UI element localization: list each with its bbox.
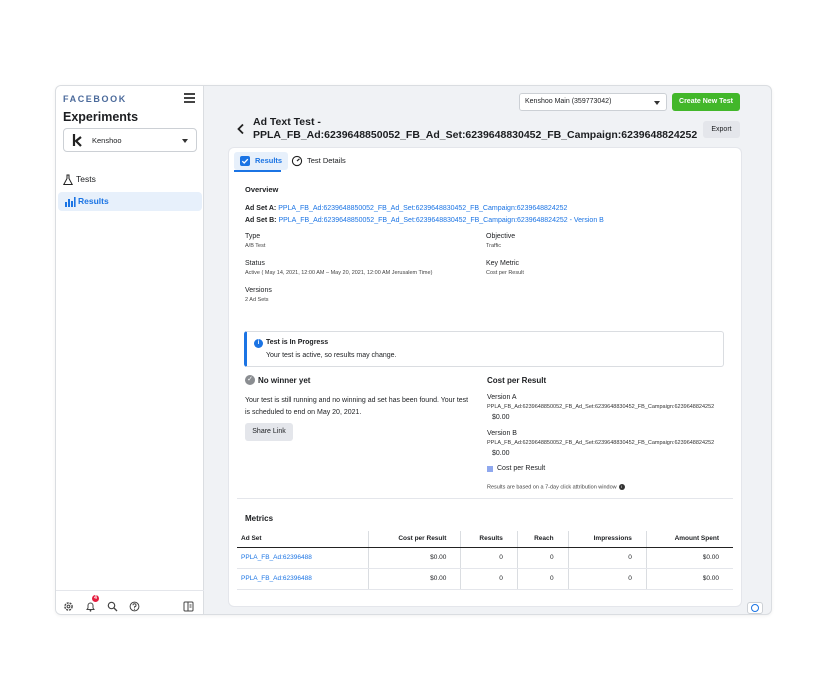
table-cell: $0.00 <box>367 547 461 569</box>
sidebar-footer: 4 <box>56 590 204 614</box>
share-link-button[interactable]: Share Link <box>245 423 293 441</box>
table-cell: 0 <box>567 547 647 569</box>
menu-icon[interactable] <box>184 93 195 103</box>
notification-badge: 4 <box>92 595 99 602</box>
test-in-progress-notice: i Test is In Progress Your test is activ… <box>244 331 724 367</box>
create-new-test-button[interactable]: Create New Test <box>672 93 740 111</box>
bar-chart-icon <box>64 196 76 208</box>
table-cell: 0 <box>516 547 569 569</box>
legend-label: Cost per Result <box>497 465 546 472</box>
sidebar-item-label: Results <box>78 196 109 206</box>
table-cell: 0 <box>460 568 518 590</box>
type-label: Type <box>245 233 261 240</box>
ad-set-b-link[interactable]: PPLA_FB_Ad:6239648850052_FB_Ad_Set:62396… <box>278 217 603 224</box>
tab-label: Test Details <box>307 156 346 165</box>
sidebar: FACEBOOK Experiments Kenshoo Tests Resul… <box>56 86 204 614</box>
version-b-label: Version B <box>487 430 517 437</box>
help-icon[interactable] <box>129 599 140 612</box>
column-header[interactable]: Amount Spent <box>645 531 733 548</box>
type-value: A/B Test <box>245 243 266 249</box>
table-cell: $0.00 <box>367 568 461 590</box>
table-row: PPLA_FB_Ad:62396488 $0.00 0 0 0 $0.00 <box>237 568 733 590</box>
table-cell: $0.00 <box>645 547 733 569</box>
cost-per-result-heading: Cost per Result <box>487 376 547 385</box>
ad-set-b-label: Ad Set B: <box>245 217 277 224</box>
sidebar-item-results[interactable]: Results <box>58 192 202 211</box>
overview-heading: Overview <box>245 185 279 194</box>
tab-label: Results <box>255 156 283 165</box>
ad-set-link[interactable]: PPLA_FB_Ad:62396488 <box>237 568 369 590</box>
page-heading: Experiments <box>63 110 139 124</box>
active-tab-indicator <box>234 170 281 172</box>
flask-icon <box>62 174 74 186</box>
metrics-heading: Metrics <box>245 514 274 523</box>
legend-swatch <box>487 466 493 472</box>
sidebar-item-label: Tests <box>76 174 96 184</box>
no-winner-heading: No winner yet <box>258 376 311 385</box>
ad-set-b-row: Ad Set B: PPLA_FB_Ad:6239648850052_FB_Ad… <box>245 217 604 224</box>
metrics-table: Ad Set Cost per Result Results Reach Imp… <box>237 531 733 590</box>
notice-title: Test is In Progress <box>266 339 329 346</box>
search-icon[interactable] <box>107 599 118 612</box>
ad-set-a-link[interactable]: PPLA_FB_Ad:6239648850052_FB_Ad_Set:62396… <box>278 205 567 212</box>
test-title-name: PPLA_FB_Ad:6239648850052_FB_Ad_Set:62396… <box>253 129 698 141</box>
app-window: FACEBOOK Experiments Kenshoo Tests Resul… <box>55 85 772 615</box>
tab-results[interactable]: Results <box>234 152 289 170</box>
ad-account-select[interactable]: Kenshoo Main (359773042) <box>519 93 667 111</box>
test-title: Ad Text Test - <box>253 116 321 128</box>
column-header[interactable]: Results <box>460 531 518 548</box>
account-selector[interactable]: Kenshoo <box>63 128 197 152</box>
ad-set-link[interactable]: PPLA_FB_Ad:62396488 <box>237 547 369 569</box>
attribution-note-text: Results are based on a 7-day click attri… <box>487 484 617 491</box>
column-header[interactable]: Reach <box>516 531 569 548</box>
sidebar-item-tests[interactable]: Tests <box>56 170 200 189</box>
chevron-down-icon <box>182 139 188 143</box>
ad-set-a-label: Ad Set A: <box>245 205 277 212</box>
table-header-row: Ad Set Cost per Result Results Reach Imp… <box>237 531 733 548</box>
table-cell: 0 <box>460 547 518 569</box>
ad-set-a-row: Ad Set A: PPLA_FB_Ad:6239648850052_FB_Ad… <box>245 205 567 212</box>
section-divider <box>237 498 733 499</box>
gauge-icon <box>291 155 303 167</box>
chevron-down-icon <box>654 101 660 105</box>
k-logo-icon <box>72 133 84 147</box>
gear-icon[interactable] <box>63 599 74 611</box>
info-icon[interactable]: i <box>618 484 625 490</box>
notice-body: Your test is active, so results may chan… <box>266 352 397 359</box>
export-button[interactable]: Export <box>703 121 740 138</box>
key-metric-label: Key Metric <box>486 260 520 267</box>
globe-icon[interactable] <box>747 602 763 614</box>
table-cell: 0 <box>516 568 569 590</box>
panel-toggle-icon[interactable] <box>183 599 194 612</box>
objective-value: Traffic <box>486 243 501 249</box>
check-circle-icon: ✓ <box>245 375 255 385</box>
back-arrow-icon[interactable] <box>236 123 246 135</box>
version-a-label: Version A <box>487 394 517 401</box>
facebook-logo: FACEBOOK <box>63 94 127 104</box>
version-a-name: PPLA_FB_Ad:6239648850052_FB_Ad_Set:62396… <box>487 404 715 410</box>
ad-account-select-value: Kenshoo Main (359773042) <box>525 98 612 105</box>
versions-label: Versions <box>245 287 272 294</box>
account-name: Kenshoo <box>92 136 122 145</box>
version-b-value: $0.00 <box>492 450 510 457</box>
version-b-name: PPLA_FB_Ad:6239648850052_FB_Ad_Set:62396… <box>487 440 715 446</box>
tab-test-details[interactable]: Test Details <box>286 152 352 170</box>
column-header[interactable]: Ad Set <box>237 531 369 548</box>
status-value: Active ( May 14, 2021, 12:00 AM – May 20… <box>245 270 433 276</box>
table-cell: 0 <box>567 568 647 590</box>
column-header[interactable]: Cost per Result <box>367 531 461 548</box>
results-card: Results Test Details Overview Ad Set A: … <box>229 148 741 606</box>
column-header[interactable]: Impressions <box>567 531 647 548</box>
status-label: Status <box>245 260 265 267</box>
key-metric-value: Cost per Result <box>486 270 524 276</box>
objective-label: Objective <box>486 233 516 240</box>
versions-value: 2 Ad Sets <box>245 297 269 303</box>
table-row: PPLA_FB_Ad:62396488 $0.00 0 0 0 $0.00 <box>237 547 733 569</box>
version-a-value: $0.00 <box>492 414 510 421</box>
table-cell: $0.00 <box>645 568 733 590</box>
no-winner-text: Your test is still running and no winnin… <box>245 397 469 416</box>
attribution-note: Results are based on a 7-day click attri… <box>487 484 625 490</box>
checkmark-badge-icon <box>239 155 251 167</box>
info-icon: i <box>254 339 263 348</box>
